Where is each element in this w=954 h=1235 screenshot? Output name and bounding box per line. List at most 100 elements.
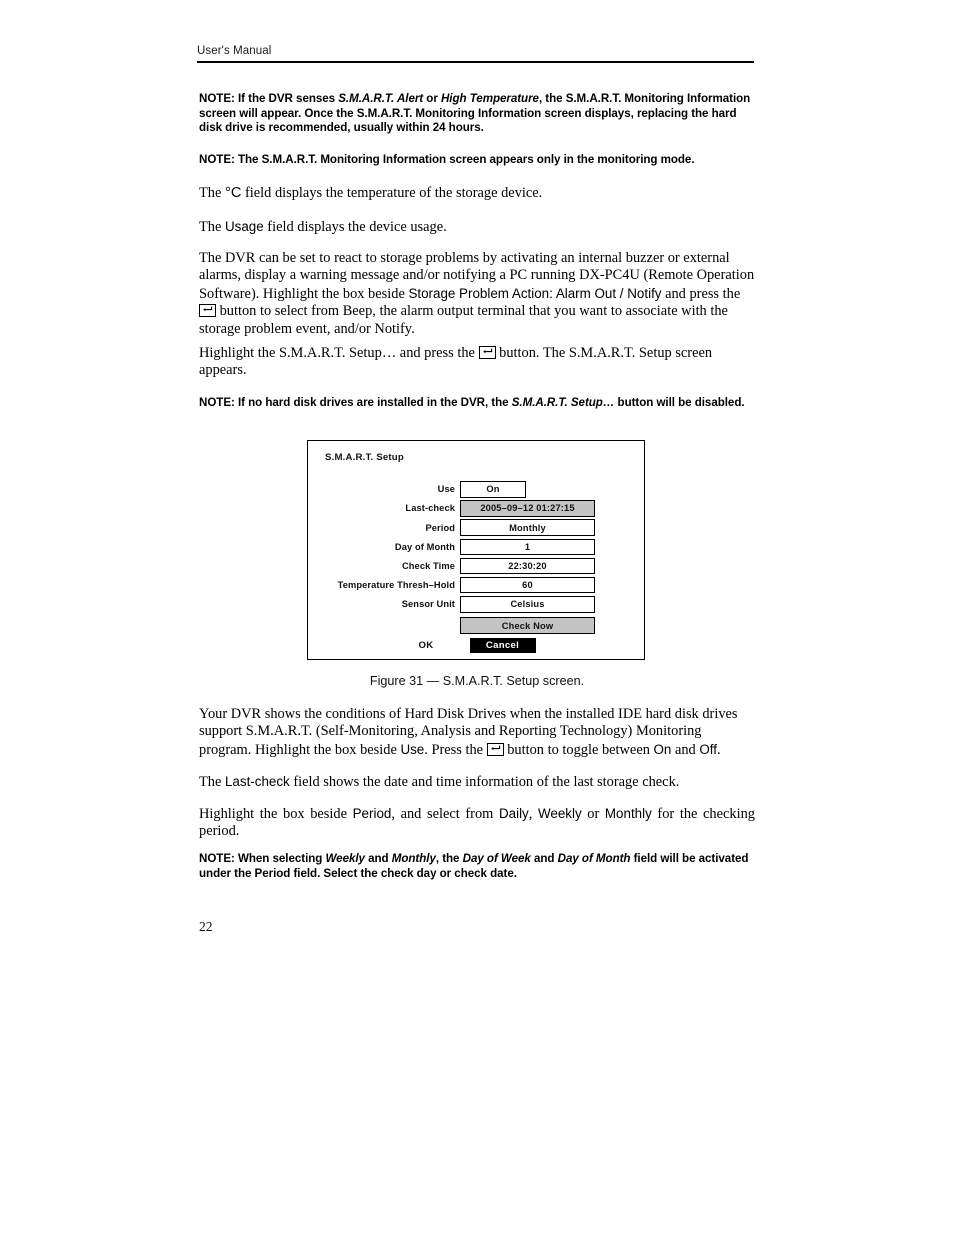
storage-problem-action-ui-term: Storage Problem Action: Alarm Out / Noti… [408, 285, 662, 301]
note4-mid3: and [530, 852, 558, 865]
note4-em-weekly: Weekly [325, 852, 366, 865]
ok-button[interactable]: OK [419, 640, 434, 651]
usage-post: field displays the device usage. [263, 219, 447, 235]
field-row-period: Period Monthly [308, 518, 646, 537]
note4-em-day-of-week: Day of Week [462, 852, 531, 865]
body-paragraph: Your DVR shows the conditions of Hard Di… [199, 706, 755, 759]
enter-key-icon [486, 742, 504, 756]
period-text-4: or [581, 806, 605, 822]
use-ui-term: Use [400, 741, 425, 757]
note-weekly-monthly: NOTE: When selecting Weekly and Monthly,… [199, 852, 755, 881]
lastcheck-post: field shows the date and time informatio… [289, 774, 680, 790]
note-monitoring-mode: NOTE: The S.M.A.R.T. Monitoring Informat… [199, 153, 755, 168]
body-paragraph: The Usage field displays the device usag… [199, 218, 755, 236]
note-paragraph: NOTE: If the DVR senses S.M.A.R.T. Alert… [199, 92, 755, 136]
field-value-sensor-unit[interactable]: Celsius [460, 596, 595, 613]
celsius-ui-term: °C [224, 185, 242, 201]
field-label-check-time: Check Time [401, 561, 455, 572]
field-value-day-of-month[interactable]: 1 [460, 538, 595, 556]
check-now-button[interactable]: Check Now [460, 617, 595, 634]
last-check-ui-term: Last-check [224, 774, 290, 789]
monthly-ui-term: Monthly [604, 806, 652, 821]
note4-em-day-of-month: Day of Month [557, 852, 631, 865]
field-row-use: Use On [308, 480, 646, 499]
conditions-text-3: button to toggle between [503, 741, 654, 758]
note1-em-smart-alert: S.M.A.R.T. Alert [338, 92, 424, 105]
note-no-hard-disk: NOTE: If no hard disk drives are install… [199, 396, 755, 411]
note3-pre: NOTE: If no hard disk drives are install… [199, 396, 512, 409]
cancel-button[interactable]: Cancel [469, 638, 536, 653]
field-label-sensor-unit: Sensor Unit [401, 599, 455, 610]
off-ui-term: Off [699, 741, 717, 757]
note4-mid2: , the [435, 852, 463, 865]
note4-pre: NOTE: When selecting [199, 852, 326, 865]
note4-em-monthly: Monthly [391, 852, 436, 865]
note3-post: button will be disabled. [614, 396, 745, 409]
period-text-2: , and select from [391, 806, 499, 822]
body-paragraph: Highlight the S.M.A.R.T. Setup… and pres… [199, 345, 755, 380]
field-label-temperature-threshold: Temperature Thresh–Hold [337, 580, 455, 591]
conditions-text-5: . [716, 741, 721, 758]
note-paragraph: NOTE: When selecting Weekly and Monthly,… [199, 852, 755, 881]
note1-mid: or [423, 92, 441, 105]
body-paragraph: The DVR can be set to react to storage p… [199, 250, 755, 338]
paragraph-dvr-conditions: Your DVR shows the conditions of Hard Di… [199, 706, 755, 759]
period-ui-term: Period [352, 806, 392, 821]
usage-ui-term: Usage [224, 219, 264, 234]
field-row-temperature-threshold: Temperature Thresh–Hold 60 [308, 576, 646, 595]
field-label-last-check: Last-check [405, 503, 455, 514]
note-paragraph: NOTE: The S.M.A.R.T. Monitoring Informat… [199, 153, 695, 166]
page-number: 22 [199, 919, 213, 934]
note-smart-alert: NOTE: If the DVR senses S.M.A.R.T. Alert… [199, 92, 755, 136]
note4-mid1: and [364, 852, 392, 865]
field-row-day-of-month: Day of Month 1 [308, 538, 646, 557]
field-value-period[interactable]: Monthly [460, 519, 595, 536]
daily-ui-term: Daily [498, 806, 529, 821]
field-value-temperature-threshold[interactable]: 60 [460, 576, 595, 594]
header-divider [197, 61, 754, 63]
body-paragraph: The Last-check field shows the date and … [199, 773, 755, 791]
enter-key-icon [199, 304, 216, 318]
dialog-footer: OK Cancel [308, 638, 646, 653]
period-text-1: Highlight the box beside [199, 806, 353, 822]
weekly-ui-term: Weekly [537, 806, 582, 821]
react-text-2: and press the [661, 285, 741, 302]
react-text-3: button to select from Beep, the alarm ou… [199, 303, 728, 337]
dialog-fields: Use On Last-check 2005–09–12 01:27:15 Pe… [308, 480, 646, 635]
paragraph-highlight-smart-setup: Highlight the S.M.A.R.T. Setup… and pres… [199, 345, 755, 380]
note1-em-high-temperature: High Temperature [440, 92, 539, 105]
field-label-period: Period [425, 522, 455, 533]
body-paragraph: The °C field displays the temperature of… [199, 185, 755, 202]
field-value-use[interactable]: On [460, 481, 526, 498]
usage-pre: The [199, 219, 225, 235]
dialog-title: S.M.A.R.T. Setup [325, 452, 404, 463]
field-row-last-check: Last-check 2005–09–12 01:27:15 [308, 499, 646, 518]
manual-page: User's Manual NOTE: If the DVR senses S.… [0, 0, 954, 1235]
paragraph-last-check-field: The Last-check field shows the date and … [199, 773, 755, 791]
period-text-3: , [528, 806, 538, 822]
on-ui-term: On [653, 741, 672, 757]
field-row-check-now: Check Now [308, 616, 646, 635]
field-label-use: Use [437, 484, 455, 495]
field-row-check-time: Check Time 22:30:20 [308, 557, 646, 576]
paragraph-storage-problem-action: The DVR can be set to react to storage p… [199, 250, 755, 338]
conditions-text-4: and [671, 741, 700, 758]
note-paragraph: NOTE: If no hard disk drives are install… [199, 396, 755, 411]
enter-key-icon [478, 346, 496, 359]
celsius-pre: The [199, 185, 225, 201]
body-paragraph: Highlight the box beside Period, and sel… [199, 805, 755, 841]
field-value-check-time[interactable]: 22:30:20 [460, 557, 595, 575]
celsius-post: field displays the temperature of the st… [241, 185, 543, 201]
lastcheck-pre: The [199, 774, 225, 790]
figure-caption: Figure 31 — S.M.A.R.T. Setup screen. [369, 674, 585, 688]
smart-setup-dialog: S.M.A.R.T. Setup Use On Last-check 2005–… [307, 440, 645, 660]
page-header: User's Manual [197, 44, 754, 63]
field-value-last-check: 2005–09–12 01:27:15 [460, 500, 595, 517]
highlight-text-1: Highlight the S.M.A.R.T. Setup… and pres… [199, 345, 479, 361]
header-title: User's Manual [197, 45, 272, 57]
paragraph-period-selection: Highlight the box beside Period, and sel… [199, 805, 755, 841]
paragraph-celsius-field: The °C field displays the temperature of… [199, 185, 755, 202]
conditions-text-2: . Press the [424, 741, 487, 758]
field-label-day-of-month: Day of Month [394, 541, 455, 552]
field-row-sensor-unit: Sensor Unit Celsius [308, 595, 646, 614]
